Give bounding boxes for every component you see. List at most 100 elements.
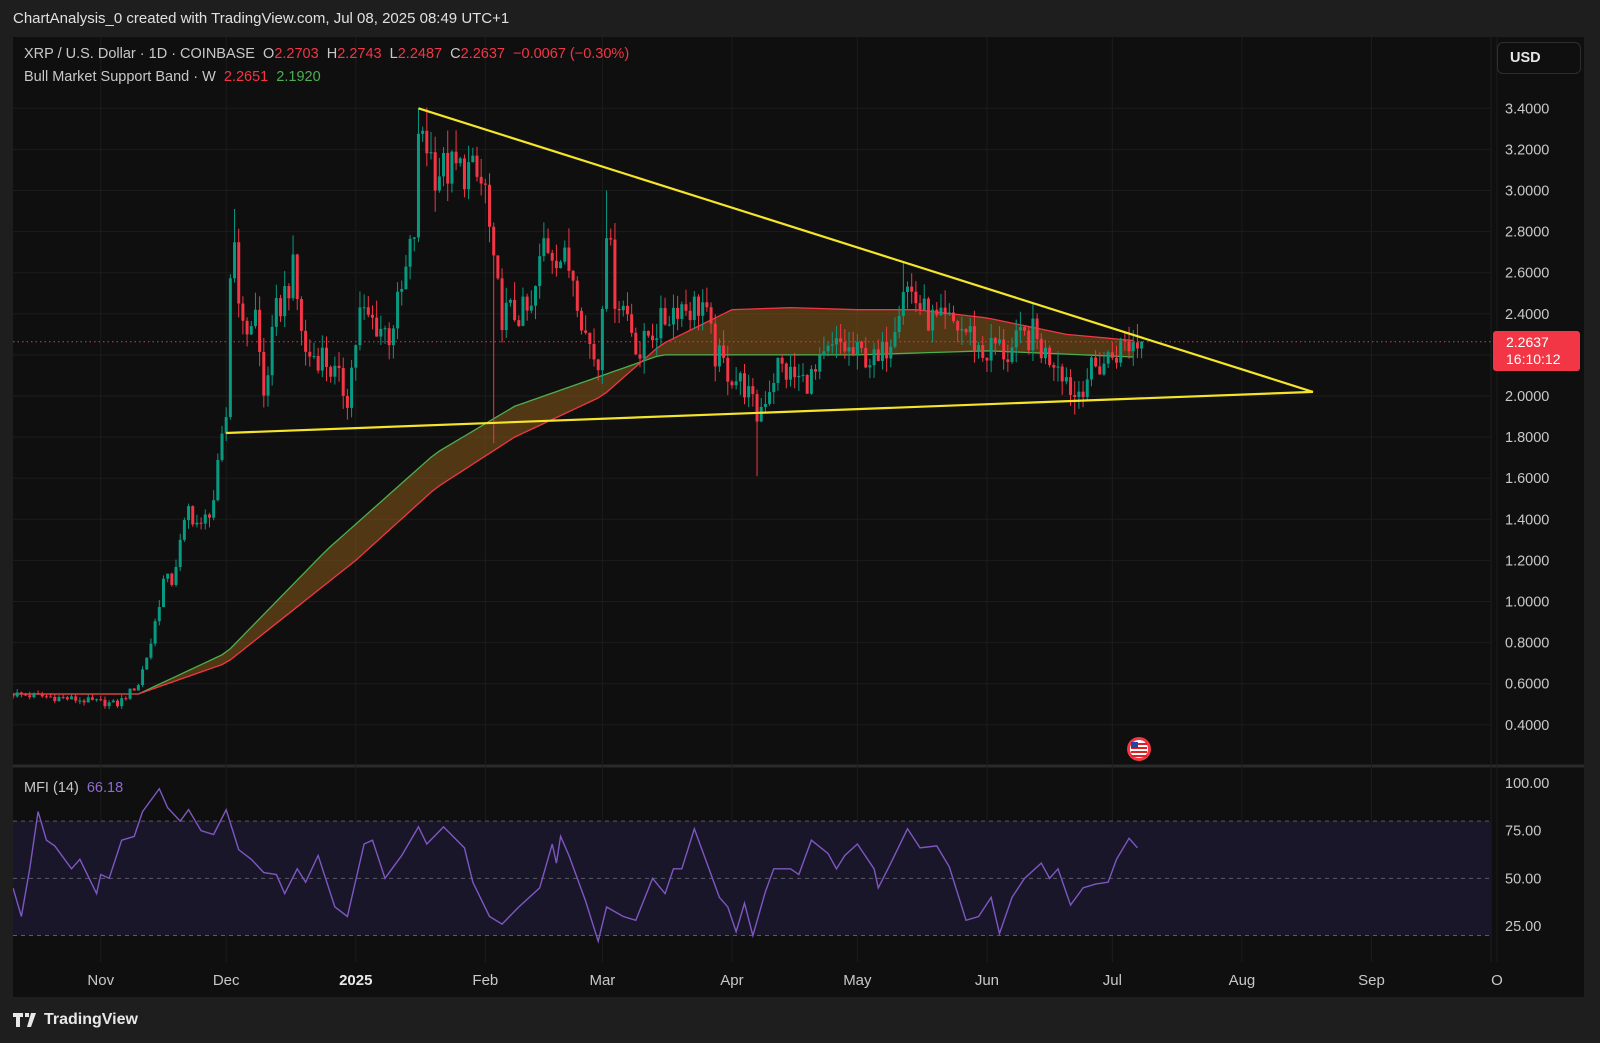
bull-band-red-sma (13, 306, 1134, 695)
candle (843, 342, 847, 352)
candle (74, 696, 78, 701)
candle (780, 357, 784, 364)
candle (174, 567, 178, 585)
candle (396, 291, 400, 329)
candle (136, 685, 140, 691)
price-tick-label: 2.4000 (1505, 307, 1549, 323)
candle (350, 367, 354, 408)
candle (178, 539, 182, 568)
candle (722, 345, 726, 358)
candle (592, 344, 596, 360)
candle (19, 692, 23, 695)
candle (596, 359, 600, 371)
candle (922, 298, 926, 311)
candle (717, 345, 721, 367)
candle (847, 347, 851, 352)
candle (387, 328, 391, 346)
candle (220, 433, 224, 460)
candle (329, 366, 333, 377)
candle (784, 363, 788, 380)
candle (889, 346, 893, 359)
candle (421, 130, 425, 134)
candle (291, 254, 295, 299)
candle (931, 309, 935, 331)
candle (588, 332, 592, 345)
candle (897, 316, 901, 333)
candle (1098, 366, 1102, 375)
candle (32, 693, 36, 698)
candle (228, 278, 232, 418)
candle (504, 302, 508, 331)
candle (13, 693, 15, 697)
candle (354, 345, 358, 368)
candle (947, 312, 951, 315)
candle (554, 260, 558, 269)
candle (1069, 377, 1073, 395)
main-pane (13, 107, 1491, 710)
candle (237, 242, 241, 304)
candle (253, 309, 257, 327)
flag-canton (1131, 742, 1138, 748)
time-tick-label: Feb (472, 972, 498, 989)
price-tick-label: 2.8000 (1505, 225, 1549, 241)
candle (634, 332, 638, 355)
candle (124, 698, 128, 700)
chart-svg[interactable]: 3.40003.20003.00002.80002.60002.40002.20… (0, 0, 1600, 1043)
mfi-name[interactable]: MFI (14) (24, 780, 79, 796)
candle (730, 381, 734, 386)
candle (529, 305, 533, 311)
chart-title: ChartAnalysis_0 created with TradingView… (13, 10, 510, 27)
candle (446, 152, 450, 184)
candle (1002, 339, 1006, 360)
candle (1115, 357, 1119, 363)
candle (768, 392, 772, 404)
candle (24, 694, 28, 696)
candle (262, 351, 266, 396)
candle (1127, 341, 1131, 352)
candle (893, 332, 897, 347)
currency-button[interactable]: USD (1497, 42, 1581, 74)
candle (663, 307, 667, 325)
candle (901, 292, 905, 317)
time-tick-label: Jun (975, 972, 999, 989)
candle (943, 307, 947, 315)
candle (676, 307, 680, 319)
candle (776, 357, 780, 383)
change-value: −0.0067 (−0.30%) (513, 46, 630, 62)
candle (772, 382, 776, 393)
candle (513, 299, 517, 321)
candle (341, 368, 345, 396)
candle (391, 328, 395, 346)
candle (245, 320, 249, 335)
candle (801, 374, 805, 376)
mfi-tick-label: 75.00 (1505, 824, 1541, 840)
candle (454, 151, 458, 164)
candle (95, 699, 99, 701)
band-name[interactable]: Bull Market Support Band · W (24, 69, 216, 85)
candle (358, 307, 362, 346)
candle (57, 697, 61, 702)
time-tick-label: Aug (1229, 972, 1256, 989)
candle (646, 330, 650, 336)
candle (492, 226, 496, 256)
time-tick-label: Apr (720, 972, 743, 989)
price-tick-label: 1.0000 (1505, 595, 1549, 611)
bar-countdown: 16:10:12 (1506, 351, 1561, 367)
candle (1043, 347, 1047, 359)
price-tick-label: 0.4000 (1505, 718, 1549, 734)
candle (1027, 330, 1031, 351)
candle (960, 329, 964, 331)
high-value: 2.2743 (337, 46, 382, 62)
candle (299, 298, 303, 331)
candle (579, 310, 583, 331)
symbol-name[interactable]: XRP / U.S. Dollar · 1D · COINBASE (24, 46, 255, 62)
tradingview-logo[interactable]: TradingView (13, 1011, 138, 1029)
us-flag-event-icon[interactable] (1127, 737, 1151, 761)
candle (182, 520, 186, 540)
candle (517, 320, 521, 326)
candle (726, 357, 730, 382)
candle (671, 307, 675, 325)
candle (28, 695, 32, 698)
candle (1085, 379, 1089, 398)
bull-band-fill (13, 307, 1134, 694)
